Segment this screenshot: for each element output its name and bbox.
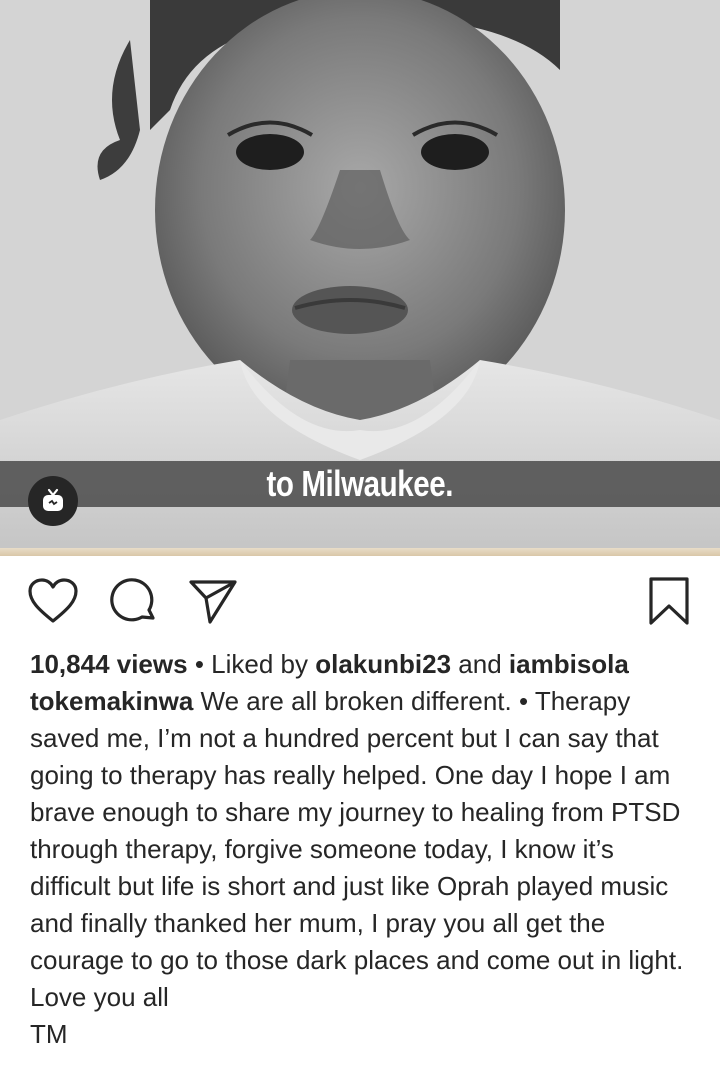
media-bottom-edge <box>0 548 720 556</box>
heart-outline-icon[interactable] <box>28 578 78 629</box>
paper-plane-icon[interactable] <box>188 578 238 631</box>
post-media[interactable]: to Milwaukee. <box>0 0 720 556</box>
comment-bubble-icon[interactable] <box>110 578 158 631</box>
bookmark-outline-icon[interactable] <box>648 576 690 631</box>
post-meta: 10,844 views • Liked by olakunbi23 and i… <box>0 646 720 1053</box>
liked-by-prefix: Liked by <box>211 649 308 679</box>
video-caption-text: to Milwaukee. <box>266 463 454 504</box>
author-username[interactable]: tokemakinwa <box>30 686 193 716</box>
action-bar <box>0 556 720 646</box>
video-caption-bar: to Milwaukee. <box>0 461 720 507</box>
post-caption: tokemakinwa We are all broken different.… <box>30 683 690 979</box>
caption-signoff-1: Love you all <box>30 982 169 1012</box>
engagement-line: 10,844 views • Liked by olakunbi23 and i… <box>30 646 690 683</box>
caption-signoff-2: TM <box>30 1019 68 1049</box>
igtv-icon[interactable] <box>28 476 78 526</box>
liked-by-and: and <box>458 649 502 679</box>
caption-text: We are all broken different. • Therapy s… <box>30 686 684 975</box>
liker-username-2[interactable]: iambisola <box>509 649 629 679</box>
liker-username-1[interactable]: olakunbi23 <box>315 649 451 679</box>
views-count[interactable]: 10,844 views <box>30 649 188 679</box>
separator-dot: • <box>194 649 212 679</box>
